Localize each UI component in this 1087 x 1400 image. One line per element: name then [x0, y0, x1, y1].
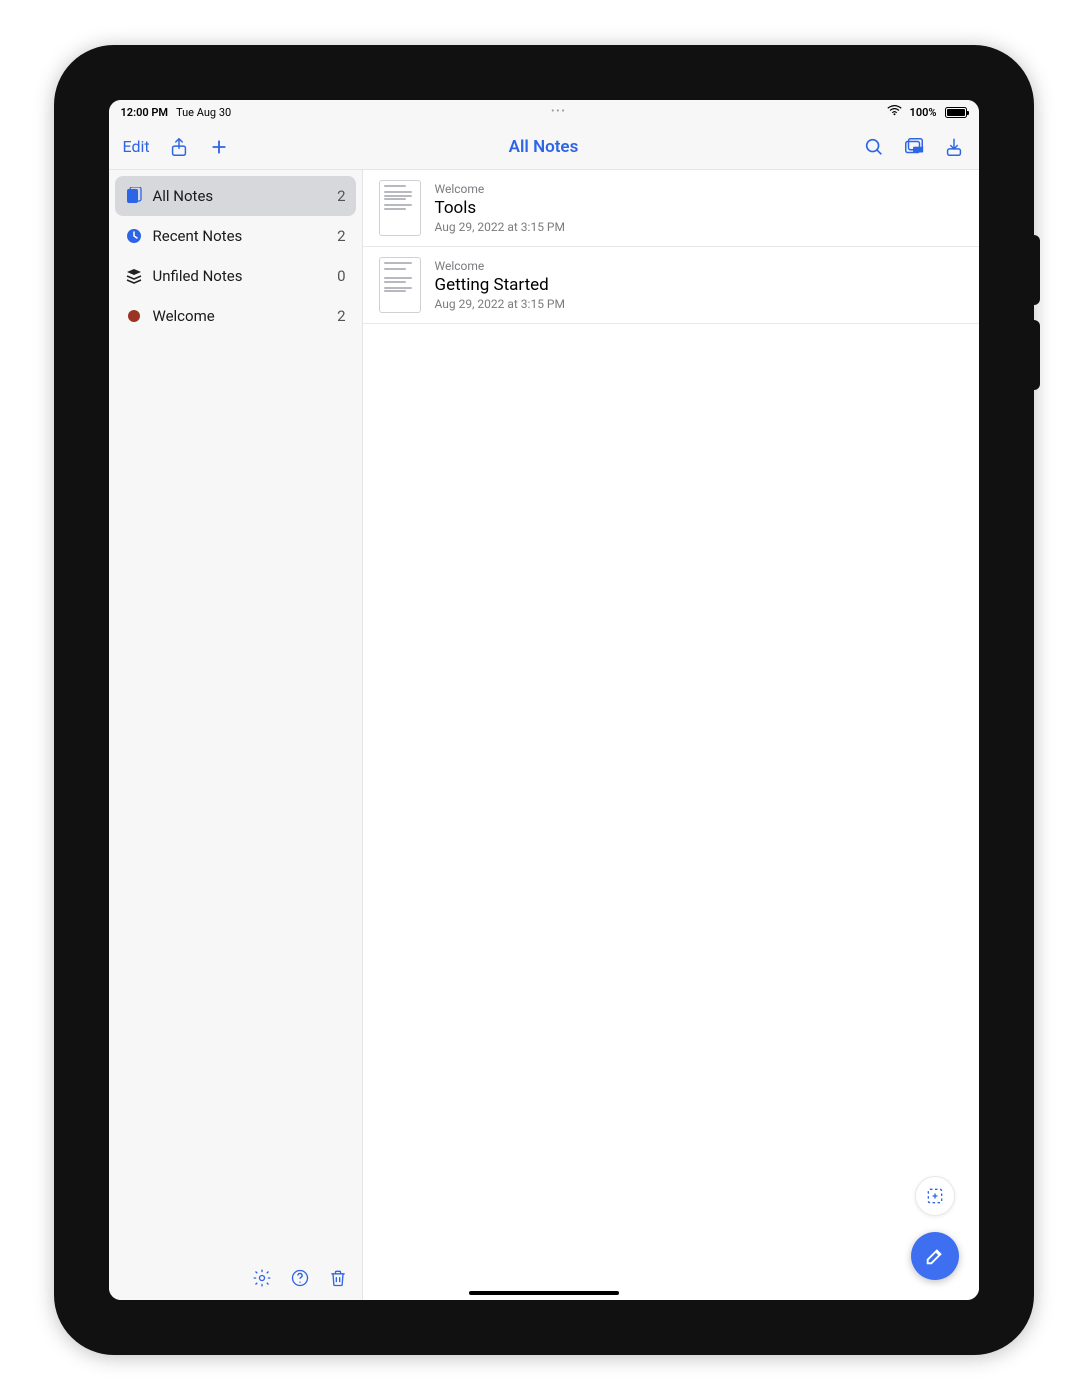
settings-icon[interactable] [252, 1268, 272, 1292]
import-icon[interactable] [943, 136, 965, 158]
share-icon[interactable] [168, 136, 190, 158]
note-date: Aug 29, 2022 at 3:15 PM [435, 220, 565, 234]
sidebar-footer [109, 1260, 362, 1300]
battery-percent: 100% [910, 106, 937, 119]
sidebar-item-welcome[interactable]: Welcome 2 [115, 296, 356, 336]
note-row[interactable]: Welcome Getting Started Aug 29, 2022 at … [363, 247, 979, 324]
sidebar-item-label: All Notes [153, 187, 338, 205]
note-list: Welcome Tools Aug 29, 2022 at 3:15 PM [363, 170, 979, 1300]
note-category: Welcome [435, 259, 565, 273]
toolbar: Edit All Notes NEW [109, 124, 979, 170]
status-bar: 12:00 PM Tue Aug 30 ••• 100% [109, 100, 979, 124]
note-row[interactable]: Welcome Tools Aug 29, 2022 at 3:15 PM [363, 170, 979, 247]
sidebar-item-all-notes[interactable]: All Notes 2 [115, 176, 356, 216]
clock-icon [125, 227, 143, 245]
sidebar-item-count: 2 [337, 227, 345, 245]
sidebar-item-recent-notes[interactable]: Recent Notes 2 [115, 216, 356, 256]
new-folder-icon[interactable]: NEW [903, 136, 925, 158]
home-indicator[interactable] [469, 1291, 619, 1295]
sidebar: All Notes 2 Recent Notes 2 [109, 170, 363, 1300]
edit-button[interactable]: Edit [123, 137, 150, 156]
sidebar-item-count: 0 [337, 267, 345, 285]
sidebar-item-count: 2 [337, 187, 345, 205]
note-thumbnail [379, 180, 421, 236]
note-title: Getting Started [435, 275, 565, 295]
multitask-pill-icon[interactable]: ••• [551, 107, 567, 117]
compose-icon[interactable] [911, 1232, 959, 1280]
quick-note-icon[interactable] [915, 1176, 955, 1216]
note-category: Welcome [435, 182, 565, 196]
status-date: Tue Aug 30 [176, 106, 231, 119]
sidebar-item-count: 2 [337, 307, 345, 325]
note-thumbnail [379, 257, 421, 313]
note-title: Tools [435, 198, 565, 218]
battery-icon [945, 107, 967, 118]
ipad-frame: 12:00 PM Tue Aug 30 ••• 100% Edit [54, 45, 1034, 1355]
sidebar-item-label: Welcome [153, 307, 338, 325]
folder-dot-icon [125, 307, 143, 325]
stack-icon [125, 267, 143, 285]
sidebar-item-label: Recent Notes [153, 227, 338, 245]
trash-icon[interactable] [328, 1268, 348, 1292]
note-date: Aug 29, 2022 at 3:15 PM [435, 297, 565, 311]
screen: 12:00 PM Tue Aug 30 ••• 100% Edit [109, 100, 979, 1300]
sidebar-item-unfiled-notes[interactable]: Unfiled Notes 0 [115, 256, 356, 296]
page-title: All Notes [109, 137, 979, 157]
status-time: 12:00 PM [121, 106, 169, 119]
sidebar-item-label: Unfiled Notes [153, 267, 338, 285]
help-icon[interactable] [290, 1268, 310, 1292]
all-notes-icon [125, 187, 143, 205]
search-icon[interactable] [863, 136, 885, 158]
wifi-icon [887, 105, 902, 119]
add-icon[interactable] [208, 136, 230, 158]
svg-text:NEW: NEW [913, 148, 922, 153]
